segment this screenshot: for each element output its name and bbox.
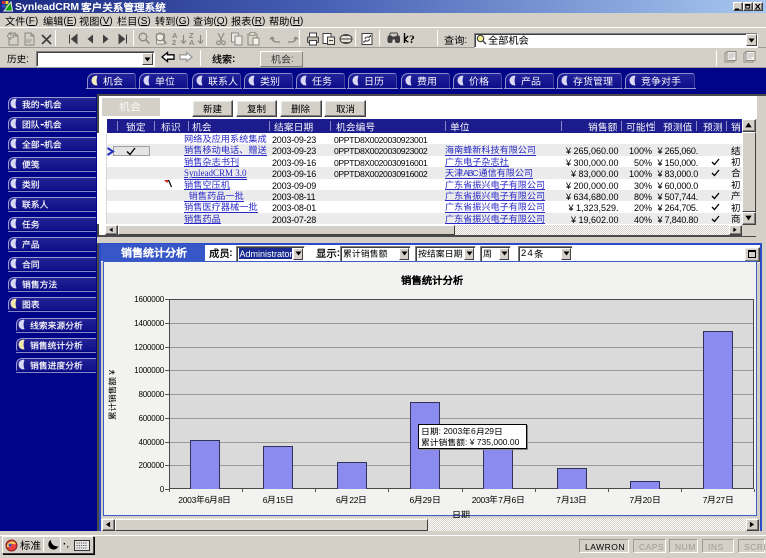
svg-text:2: 2	[172, 38, 176, 47]
svg-text:ABC: ABC	[463, 168, 478, 177]
svg-text:A: A	[189, 38, 195, 47]
svg-text:?: ?	[409, 34, 415, 46]
